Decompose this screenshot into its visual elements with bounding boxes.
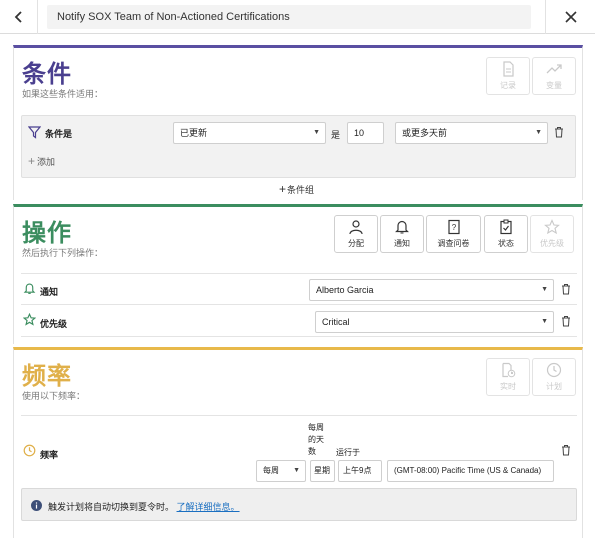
conditions-subtitle: 如果这些条件适用： [22, 89, 104, 99]
dst-info-message: 触发计划将自动切换到夏令时。 [48, 502, 175, 512]
survey-button[interactable]: ? 调查问卷 [426, 215, 481, 253]
conditions-title: 条件 [22, 61, 72, 88]
close-icon [564, 11, 577, 23]
interval-value: 每周 [263, 466, 279, 475]
trash-icon[interactable] [560, 315, 572, 327]
filter-icon [28, 126, 41, 139]
notify-button[interactable]: 通知 [380, 215, 424, 253]
notify-button-label: 通知 [394, 239, 410, 248]
info-icon [31, 500, 42, 511]
svg-text:?: ? [451, 223, 456, 232]
caret-down-icon: ▼ [313, 129, 320, 136]
divider [21, 273, 577, 274]
condition-group: 条件是 已更新 ▼ 是 10 或更多天前 ▼ + 添加 [21, 115, 576, 178]
assign-button-label: 分配 [348, 239, 364, 248]
dst-info-text: 触发计划将自动切换到夏令时。 了解详细信息。 [48, 500, 240, 513]
realtime-button[interactable]: 实时 [486, 358, 530, 396]
record-button[interactable]: 记录 [486, 57, 530, 95]
caret-down-icon: ▼ [541, 318, 548, 325]
trend-up-icon [546, 64, 562, 74]
caret-down-icon: ▼ [541, 286, 548, 293]
condition-label: 条件是 [45, 129, 73, 139]
clipboard-check-icon [500, 219, 512, 235]
actions-title: 操作 [22, 220, 72, 247]
clock-icon [23, 444, 36, 457]
condition-field-select[interactable]: 已更新 ▼ [173, 122, 326, 144]
caret-down-icon: ▼ [535, 129, 542, 136]
notify-recipient-select[interactable]: Alberto Garcia ▼ [309, 279, 554, 301]
add-condition-group-button[interactable]: + 条件组 [279, 182, 314, 196]
condition-number-input[interactable]: 10 [347, 122, 384, 144]
frequency-row-label: 频率 [40, 450, 59, 460]
chevron-left-icon [14, 11, 22, 23]
condition-period-select[interactable]: 或更多天前 ▼ [395, 122, 548, 144]
document-clock-icon [502, 362, 516, 378]
actions-subtitle: 然后执行下列操作： [22, 248, 104, 258]
bell-icon [23, 283, 36, 294]
trash-icon[interactable] [560, 444, 572, 456]
condition-field-value: 已更新 [180, 128, 208, 138]
frequency-title: 频率 [22, 363, 72, 390]
run-at-header: 运行于 [336, 448, 360, 457]
schedule-button-label: 计划 [546, 382, 562, 391]
top-bar: Notify SOX Team of Non-Actioned Certific… [0, 0, 595, 34]
add-condition-group-label: 条件组 [287, 184, 315, 195]
priority-row-label: 优先级 [40, 319, 68, 329]
divider [21, 336, 577, 337]
trash-icon[interactable] [553, 126, 565, 138]
survey-button-label: 调查问卷 [437, 239, 470, 248]
realtime-button-label: 实时 [500, 382, 516, 391]
user-icon [349, 220, 363, 235]
learn-more-link[interactable]: 了解详细信息。 [177, 502, 240, 512]
conditions-section: 条件 如果这些条件适用： 记录 变量 条件是 已更新 ▼ 是 10 或更多天前 … [13, 45, 583, 200]
notify-recipient-value: Alberto Garcia [316, 285, 374, 295]
priority-button-label: 优先级 [540, 239, 564, 248]
add-condition-label: 添加 [37, 156, 56, 167]
plus-icon: + [279, 182, 287, 196]
days-of-week-header: 每周的天数 [308, 423, 324, 456]
change-button-label: 变量 [546, 81, 562, 90]
is-label: 是 [331, 130, 341, 140]
rule-title-input[interactable]: Notify SOX Team of Non-Actioned Certific… [47, 5, 531, 29]
clock-icon [546, 362, 562, 378]
interval-select[interactable]: 每周 ▼ [256, 460, 306, 482]
caret-down-icon: ▼ [293, 467, 300, 474]
timezone-select[interactable]: (GMT-08:00) Pacific Time (US & Canada) [387, 460, 554, 482]
bell-icon [395, 220, 409, 234]
back-button[interactable] [0, 0, 38, 34]
frequency-section: 频率 使用以下频率： 实时 计划 频率 每周的天数 运行于 每周 ▼ 星期 上午… [13, 347, 583, 538]
schedule-button[interactable]: 计划 [532, 358, 576, 396]
priority-select[interactable]: Critical ▼ [315, 311, 554, 333]
divider [21, 415, 577, 416]
trash-icon[interactable] [560, 283, 572, 295]
priority-button[interactable]: 优先级 [530, 215, 574, 253]
assign-button[interactable]: 分配 [334, 215, 378, 253]
notify-row-label: 通知 [40, 287, 59, 297]
change-button[interactable]: 变量 [532, 57, 576, 95]
dst-info-banner: 触发计划将自动切换到夏令时。 了解详细信息。 [21, 488, 577, 521]
question-document-icon: ? [447, 219, 460, 235]
status-button[interactable]: 状态 [484, 215, 528, 253]
status-button-label: 状态 [498, 239, 514, 248]
star-icon [544, 219, 560, 235]
actions-section: 操作 然后执行下列操作： 分配 通知 ? 调查问卷 状态 优先级 通知 Albe… [13, 204, 583, 344]
divider [21, 304, 577, 305]
document-icon [503, 61, 514, 77]
plus-icon: + [28, 154, 36, 168]
frequency-subtitle: 使用以下频率： [22, 391, 86, 401]
star-icon [23, 313, 36, 326]
record-button-label: 记录 [500, 81, 516, 90]
run-time-select[interactable]: 上午9点 [338, 460, 382, 482]
condition-period-value: 或更多天前 [402, 128, 448, 138]
day-of-week-select[interactable]: 星期 [310, 460, 335, 482]
priority-value: Critical [322, 317, 350, 327]
add-condition-button[interactable]: + 添加 [28, 154, 55, 168]
close-button[interactable] [545, 0, 595, 34]
